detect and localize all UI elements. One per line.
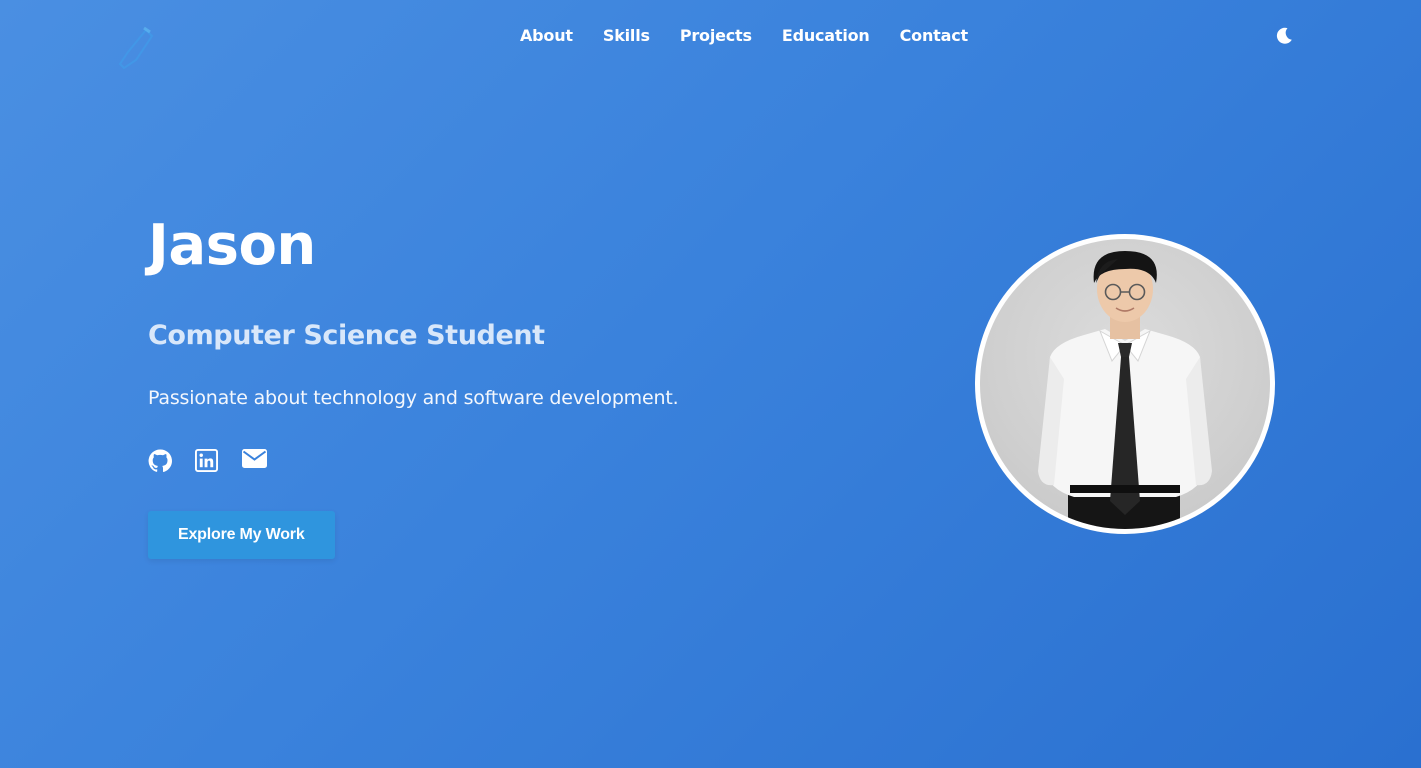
profile-photo bbox=[975, 234, 1275, 534]
moon-icon[interactable] bbox=[1274, 26, 1294, 46]
explore-work-button[interactable]: Explore My Work bbox=[148, 511, 335, 559]
envelope-icon[interactable] bbox=[242, 449, 267, 473]
hero-description: Passionate about technology and software… bbox=[148, 387, 679, 409]
hero-role: Computer Science Student bbox=[148, 320, 545, 351]
hero-section: Jason Computer Science Student Passionat… bbox=[148, 212, 788, 559]
linkedin-icon[interactable] bbox=[195, 449, 220, 473]
nav-link-about[interactable]: About bbox=[520, 26, 573, 45]
github-icon[interactable] bbox=[148, 449, 173, 473]
nav-links: About Skills Projects Education Contact bbox=[520, 26, 968, 45]
nav-link-contact[interactable]: Contact bbox=[900, 26, 969, 45]
hero-name: Jason bbox=[148, 213, 316, 278]
logo-icon[interactable] bbox=[114, 26, 158, 72]
nav-link-projects[interactable]: Projects bbox=[680, 26, 752, 45]
nav-link-skills[interactable]: Skills bbox=[603, 26, 650, 45]
social-links bbox=[148, 449, 788, 473]
nav-link-education[interactable]: Education bbox=[782, 26, 870, 45]
top-navbar: About Skills Projects Education Contact bbox=[0, 0, 1421, 72]
